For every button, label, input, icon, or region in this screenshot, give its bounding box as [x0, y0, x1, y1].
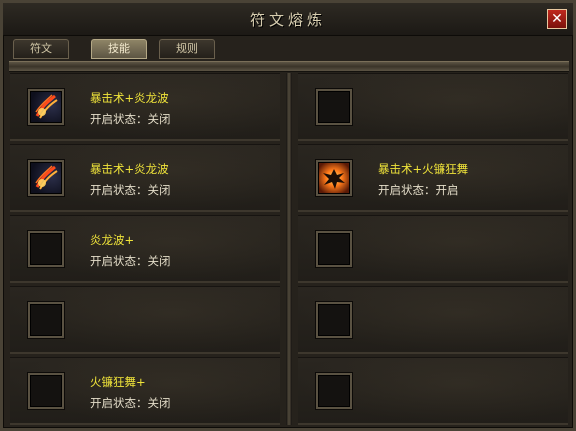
empty-skill-slot[interactable]: [316, 89, 352, 125]
skill-slot-grid: 暴击术+炎龙波 开启状态：关闭 暴击术+炎龙波 开启状态：关闭 炎龙波+ 开启状…: [10, 73, 570, 425]
empty-skill-slot[interactable]: [316, 302, 352, 338]
slot-row-left-5: 火镰狂舞+ 开启状态：关闭: [10, 357, 280, 425]
empty-skill-slot[interactable]: [316, 231, 352, 267]
skill-state: 开启状态：关闭: [90, 112, 171, 126]
skill-name: 暴击术+炎龙波: [90, 162, 169, 176]
title-bar[interactable]: 符文熔炼 ✕: [3, 3, 573, 36]
slot-row-right-4: [298, 286, 568, 354]
skill-state: 开启状态：关闭: [90, 254, 171, 268]
skill-state: 开启状态：开启: [378, 183, 459, 197]
slot-row-right-3: [298, 215, 568, 283]
skill-name: 火镰狂舞+: [90, 375, 146, 389]
skill-name: 炎龙波+: [90, 233, 135, 247]
slot-row-right-2: 暴击术+火镰狂舞 开启状态：开启: [298, 144, 568, 212]
slot-row-left-3: 炎龙波+ 开启状态：关闭: [10, 215, 280, 283]
fire-slash-icon: [31, 92, 61, 122]
slot-row-left-4: [10, 286, 280, 354]
skill-state: 开启状态：关闭: [90, 396, 171, 410]
slot-row-left-1: 暴击术+炎龙波 开启状态：关闭: [10, 73, 280, 141]
header-divider: [9, 61, 569, 72]
tab-rules[interactable]: 规则: [159, 39, 215, 59]
slot-row-right-5: [298, 357, 568, 425]
skill-slot[interactable]: [28, 89, 64, 125]
skill-name: 暴击术+炎龙波: [90, 91, 169, 105]
empty-skill-slot[interactable]: [28, 373, 64, 409]
close-button[interactable]: ✕: [547, 9, 567, 29]
skill-state: 开启状态：关闭: [90, 183, 171, 197]
skill-slot[interactable]: [28, 160, 64, 196]
fire-burst-icon: [319, 163, 349, 193]
skill-slot[interactable]: [316, 160, 352, 196]
slot-row-left-2: 暴击术+炎龙波 开启状态：关闭: [10, 144, 280, 212]
slot-row-right-1: [298, 73, 568, 141]
fire-slash-icon: [31, 163, 61, 193]
tab-skills[interactable]: 技能: [91, 39, 147, 59]
empty-skill-slot[interactable]: [316, 373, 352, 409]
skill-name: 暴击术+火镰狂舞: [378, 162, 469, 176]
empty-skill-slot[interactable]: [28, 302, 64, 338]
window-title: 符文熔炼: [249, 11, 326, 29]
tab-runes[interactable]: 符文: [13, 39, 69, 59]
rune-smelting-window: 符文熔炼 ✕ 符文 技能 规则 暴击术+炎龙波 开启状态：关闭 暴击术+炎龙波 …: [0, 0, 576, 431]
empty-skill-slot[interactable]: [28, 231, 64, 267]
column-divider: [286, 73, 292, 425]
